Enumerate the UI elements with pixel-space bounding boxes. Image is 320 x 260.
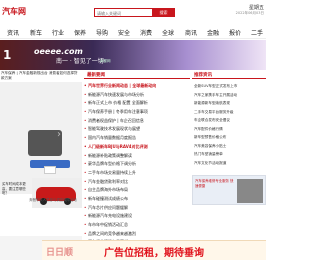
- search-button[interactable]: 搜索: [152, 8, 175, 17]
- news-item[interactable]: 豪华品牌车型价格下调分析: [84, 160, 190, 169]
- news-item[interactable]: 国内汽车销量数据月度报告: [84, 134, 190, 143]
- left-column: 汽车保养 | 汽车金融新规出台 消费者如何选择贷款方案 › 买车时间成本更高，要…: [0, 70, 82, 260]
- weekday-label: 星期五: [248, 5, 264, 11]
- bottom-ad-slogan: 广告位招租，期待垂询: [104, 248, 204, 259]
- news-header: 最新要闻: [84, 70, 190, 79]
- news-item[interactable]: 汽车世界行业新闻动态 | 全球最新动向: [84, 82, 190, 91]
- recommend-item[interactable]: 汽车文化节活动报道: [192, 159, 266, 168]
- main-nav: 资讯 新车 行业 保养 导购 安全 消费 全球 商讯 金融 报价 二手: [0, 25, 266, 39]
- arrow-right-icon[interactable]: ›: [57, 130, 67, 140]
- search-input[interactable]: [97, 10, 149, 16]
- nav-item-new-cars[interactable]: 新车: [30, 28, 42, 37]
- news-header-label: 最新要闻: [87, 73, 105, 78]
- recommend-item[interactable]: 全新SUV车型正式发布上市: [192, 82, 266, 91]
- recommend-header-label: 推荐资讯: [194, 73, 212, 78]
- photo-caption: 买车时间成本更高，要注意哪些呢？: [2, 182, 26, 196]
- date-label: 2022年06月03日: [235, 11, 264, 15]
- nav-item-used[interactable]: 二手: [251, 28, 263, 37]
- nav-item-global[interactable]: 全球: [162, 28, 174, 37]
- right-column: 推荐资讯 全新SUV车型正式发布上市 汽车之家携手车主开展活动 新能源新车型续航表现…: [192, 70, 266, 240]
- right-ad-text: 汽车保养维修专业服务 快速便捷: [195, 179, 234, 188]
- news-item[interactable]: 二手车市场交易量持续上升: [84, 169, 190, 178]
- news-item[interactable]: 新车正式上市 价格 配置 全面解析: [84, 99, 190, 108]
- left-headline[interactable]: 汽车保养 | 汽车金融新规出台 消费者如何选择贷款方案: [1, 71, 81, 81]
- news-item[interactable]: 品牌之间的竞争越来越激烈: [84, 230, 190, 239]
- recommend-item[interactable]: 汽车配件价格行情: [192, 125, 266, 134]
- news-item[interactable]: 车市年中促销活动汇总: [84, 221, 190, 230]
- news-item[interactable]: 新车碰撞测试成绩公布: [84, 195, 190, 204]
- news-item[interactable]: 汽车保养手册 | 冬季用车注意事项: [84, 108, 190, 117]
- recommend-item[interactable]: 二手车交易平台服务升级: [192, 108, 266, 117]
- date-info: 星期五 2022年06月03日: [236, 4, 264, 16]
- recommend-item[interactable]: 新车型预售价格公布: [192, 133, 266, 142]
- car-image[interactable]: [32, 178, 82, 208]
- bottom-ad-banner[interactable]: 日日顺 广告位招租，期待垂询: [42, 240, 266, 260]
- recommend-list: 全新SUV车型正式发布上市 汽车之家携手车主开展活动 新能源新车型续航表现 二手车交易…: [192, 82, 266, 167]
- news-item[interactable]: 新能源补贴政策调整解读: [84, 152, 190, 161]
- news-item[interactable]: 新能源汽车充电设施建设: [84, 212, 190, 221]
- news-list: 汽车世界行业新闻动态 | 全球最新动向新能源汽车快速发展与市场分析新车正式上市 …: [84, 82, 190, 247]
- banner-brand: oeeee.com: [34, 47, 83, 56]
- recommend-item[interactable]: 汽车美容保养小贴士: [192, 142, 266, 151]
- banner-number: 1: [3, 48, 12, 62]
- nav-item-consumer[interactable]: 消费: [140, 28, 152, 37]
- recommend-item[interactable]: 热门车型销量榜单: [192, 150, 266, 159]
- news-column: 最新要闻 汽车世界行业新闻动态 | 全球最新动向新能源汽车快速发展与市场分析新车…: [84, 70, 190, 247]
- news-item[interactable]: 消费者权益保护 | 车企召回信息: [84, 117, 190, 126]
- news-item[interactable]: 自主品牌海外市场布局: [84, 186, 190, 195]
- nav-item-news[interactable]: 资讯: [7, 28, 19, 37]
- right-ad[interactable]: 汽车保养维修专业服务 快速便捷: [192, 175, 266, 205]
- top-header: 汽车网 搜索 星期五 2022年06月03日: [0, 0, 266, 25]
- recommend-item[interactable]: 车企联合发布安全倡议: [192, 116, 266, 125]
- logo-text: 汽车网: [2, 7, 26, 16]
- recommend-item[interactable]: 汽车之家携手车主开展活动: [192, 91, 266, 100]
- nav-item-finance[interactable]: 金融: [207, 28, 219, 37]
- recommend-item[interactable]: 新能源新车型续航表现: [192, 99, 266, 108]
- nav-item-business[interactable]: 商讯: [185, 28, 197, 37]
- card-shape: [44, 166, 56, 174]
- news-item[interactable]: 新能源汽车快速发展与市场分析: [84, 91, 190, 100]
- nav-item-guide[interactable]: 导购: [96, 28, 108, 37]
- car-caption[interactable]: 奔驰车队人员参与调查保障活动: [24, 197, 82, 202]
- nav-item-price[interactable]: 报价: [229, 28, 241, 37]
- nav-item-maintain[interactable]: 保养: [74, 28, 86, 37]
- nav-item-industry[interactable]: 行业: [52, 28, 64, 37]
- site-logo[interactable]: 汽车网: [0, 2, 60, 22]
- news-item[interactable]: 智能驾驶技术发展现状与展望: [84, 125, 190, 134]
- news-item[interactable]: 汽车金融贷款利率对比: [84, 178, 190, 187]
- recommend-header: 推荐资讯: [192, 70, 266, 79]
- bottom-ad-brand: 日日顺: [46, 248, 74, 258]
- banner-slogan: 南一 · 智见了一切: [56, 58, 104, 65]
- nav-item-safety[interactable]: 安全: [118, 28, 130, 37]
- news-item[interactable]: 汽车芯片供应问题缓解: [84, 204, 190, 213]
- top-banner-ad[interactable]: 1 oeeee.com 南一 · 智见了一切 南都网: [0, 40, 266, 70]
- right-ad-image: [237, 179, 263, 203]
- featured-photo[interactable]: › 买车时间成本更高，要注意哪些呢？: [0, 82, 82, 208]
- banner-sub: 南都网: [100, 59, 111, 63]
- news-item[interactable]: 人门级新车BJU与RAV4对比评测: [84, 143, 190, 152]
